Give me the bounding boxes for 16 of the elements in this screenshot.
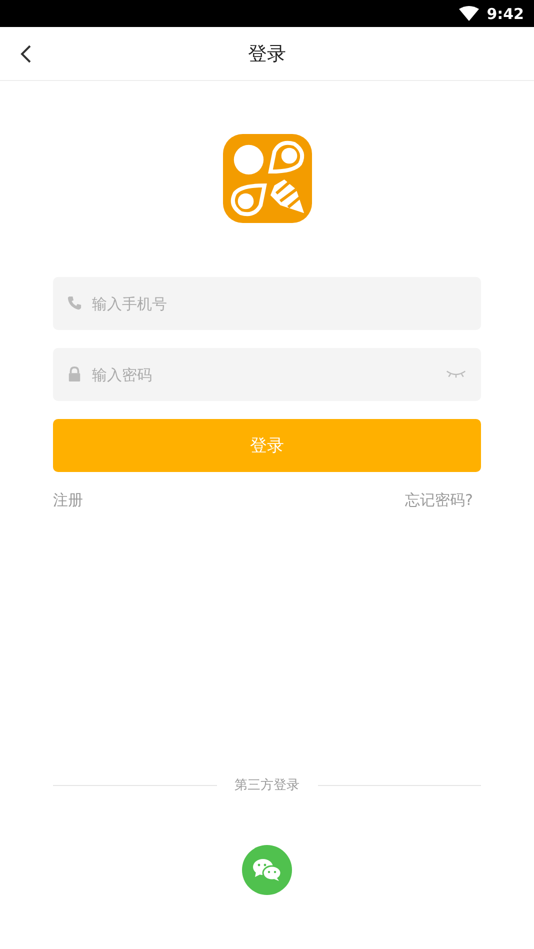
login-button[interactable]: 登录 [53,419,481,472]
wifi-icon [458,6,479,21]
third-party-label: 第三方登录 [234,777,300,794]
chat-bubbles-icon [252,858,282,882]
chat-login-button[interactable] [242,845,292,895]
page-title: 登录 [248,42,286,66]
back-icon[interactable] [20,44,32,64]
register-link[interactable]: 注册 [53,491,83,510]
app-logo-icon [222,134,312,223]
closed-eye-icon[interactable] [445,369,467,379]
phone-icon [67,295,82,311]
password-field[interactable]: 输入密码 [53,348,481,401]
forgot-password-link[interactable]: 忘记密码? [405,491,473,510]
lock-icon [67,366,82,382]
phone-field[interactable]: 输入手机号 [53,277,481,330]
status-time: 9:42 [486,4,524,22]
